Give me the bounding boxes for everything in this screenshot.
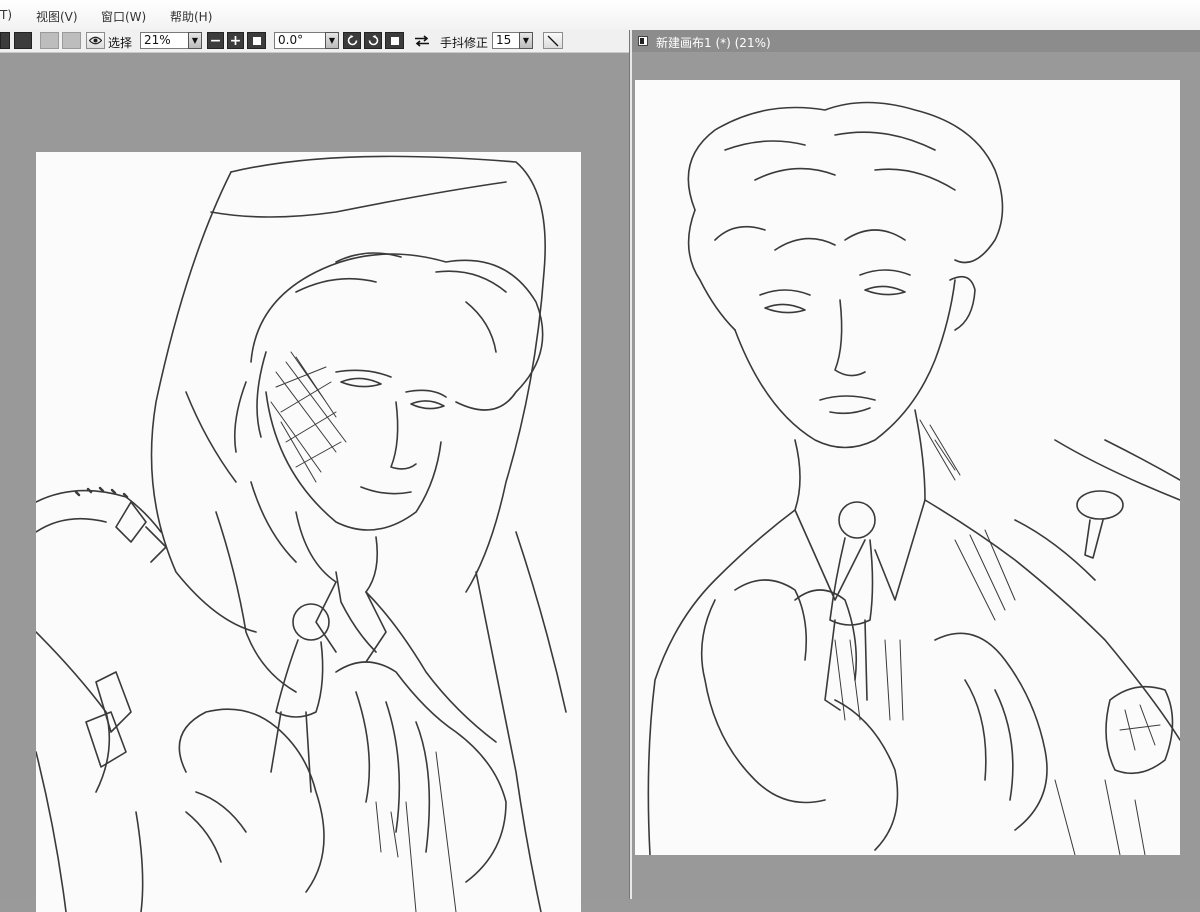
canvas-paper-right[interactable] <box>635 80 1180 855</box>
sketch-uniform-figure <box>647 101 1180 855</box>
chevron-down-icon[interactable]: ▼ <box>188 32 202 49</box>
stabilizer-combo[interactable]: 15 <box>492 32 520 49</box>
stabilizer-label: 手抖修正 <box>440 36 489 50</box>
menu-bar: T) 视图(V) 窗口(W) 帮助(H) <box>0 0 1200 31</box>
canvas-view-left[interactable] <box>0 53 629 912</box>
document-title: 新建画布1 (*) (21%) <box>656 36 771 50</box>
rotate-right-icon[interactable] <box>364 32 382 49</box>
zoom-fit-button[interactable] <box>40 32 59 49</box>
chevron-down-icon[interactable]: ▼ <box>325 32 339 49</box>
navigator-button-2[interactable] <box>14 32 32 49</box>
document-icon <box>638 36 648 46</box>
canvas-paper-left[interactable] <box>36 152 581 912</box>
zoom-combo[interactable]: 21% <box>140 32 190 49</box>
rotate-left-icon[interactable] <box>343 32 361 49</box>
zoom-out-button[interactable]: − <box>207 32 224 49</box>
zoom-reset-button[interactable] <box>247 32 266 49</box>
toolbar: 选择 21% ▼ − + 0.0° ▼ 手抖修正 15 ▼ <box>0 30 630 53</box>
zoom-in-button[interactable]: + <box>227 32 244 49</box>
document-titlebar[interactable]: 新建画布1 (*) (21%) <box>632 30 1200 52</box>
sketch-hooded-figure <box>36 155 567 912</box>
chevron-down-icon[interactable]: ▼ <box>519 32 533 49</box>
flip-horizontal-icon[interactable] <box>412 32 432 49</box>
view-mode-label: 选择 <box>108 36 133 50</box>
zoom-actual-button[interactable] <box>62 32 81 49</box>
menu-item-window[interactable]: 窗口(W) <box>101 8 146 25</box>
menu-item-view[interactable]: 视图(V) <box>36 8 78 25</box>
canvas-view-right[interactable] <box>632 53 1200 899</box>
menu-item-help[interactable]: 帮助(H) <box>170 8 212 25</box>
navigator-button[interactable] <box>0 32 10 49</box>
rotate-reset-button[interactable] <box>385 32 404 49</box>
pen-line-icon[interactable] <box>543 32 563 49</box>
menu-item-tools[interactable]: T) <box>0 8 12 22</box>
rotation-combo[interactable]: 0.0° <box>274 32 326 49</box>
eye-icon[interactable] <box>86 32 105 49</box>
